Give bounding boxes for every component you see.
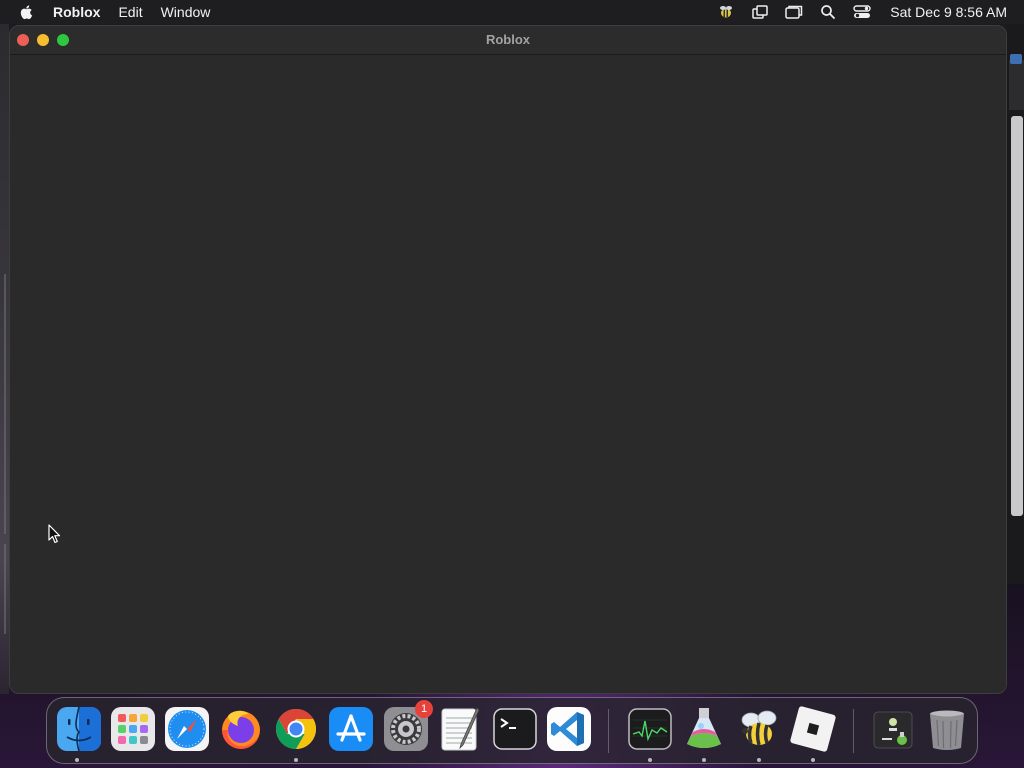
screen-mirroring-icon[interactable]: [784, 4, 804, 20]
menu-window[interactable]: Window: [161, 4, 211, 20]
dock-separator: [608, 709, 609, 753]
flask-icon[interactable]: [681, 706, 727, 752]
window-title-bar[interactable]: Roblox: [10, 26, 1006, 55]
flask-running-indicator: [702, 758, 706, 762]
bee-running-indicator: [757, 758, 761, 762]
safari-icon[interactable]: [164, 706, 210, 752]
roblox-icon[interactable]: [790, 706, 836, 752]
roblox-window: Roblox: [9, 25, 1007, 694]
bee-status-icon[interactable]: [716, 4, 736, 20]
background-window-edge-right: [1007, 24, 1024, 584]
textedit-icon[interactable]: [437, 706, 483, 752]
background-window-edge-left: [0, 24, 9, 694]
menu-bar-status-area: Sat Dec 9 8:56 AM: [716, 0, 1024, 24]
system-settings-icon[interactable]: 1: [383, 700, 433, 752]
spotlight-search-icon[interactable]: [818, 4, 838, 20]
app-store-icon[interactable]: [328, 706, 374, 752]
chrome-icon[interactable]: [273, 706, 319, 752]
menu-bar: Roblox Edit Window Sat Dec 9 8:56 AM: [0, 0, 1024, 24]
dock-separator-2: [853, 709, 854, 753]
trash-icon[interactable]: [924, 706, 970, 752]
window-title: Roblox: [485, 32, 531, 47]
menu-bar-clock[interactable]: Sat Dec 9 8:56 AM: [890, 4, 1007, 20]
activity-monitor-running-indicator: [648, 758, 652, 762]
roblox-running-indicator: [811, 758, 815, 762]
terminal-icon[interactable]: [492, 706, 538, 752]
background-scrollbar: [1011, 116, 1023, 516]
vscode-icon[interactable]: [546, 706, 592, 752]
chrome-running-indicator: [294, 758, 298, 762]
roblox-content-area[interactable]: [10, 55, 1006, 693]
layers-icon[interactable]: [750, 4, 770, 20]
finder-icon[interactable]: [56, 706, 102, 752]
control-center-icon[interactable]: [852, 4, 872, 20]
downloads-stack-icon[interactable]: [870, 706, 916, 752]
bee-icon[interactable]: [736, 706, 782, 752]
menu-app-name[interactable]: Roblox: [53, 4, 100, 20]
notification-badge: 1: [415, 700, 433, 718]
menu-edit[interactable]: Edit: [118, 4, 142, 20]
finder-running-indicator: [75, 758, 79, 762]
apple-logo-icon[interactable]: [18, 3, 36, 21]
dock: 1: [46, 697, 978, 764]
activity-monitor-icon[interactable]: [627, 706, 673, 752]
firefox-icon[interactable]: [218, 706, 264, 752]
launchpad-icon[interactable]: [110, 706, 156, 752]
mouse-pointer-icon: [48, 524, 61, 544]
